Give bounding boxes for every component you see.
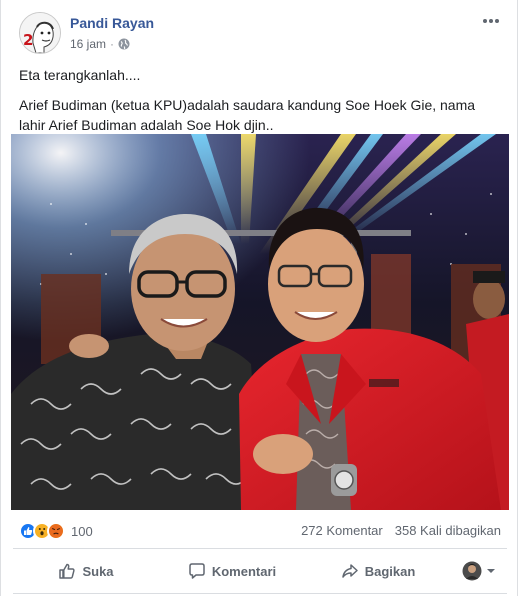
reactions-summary[interactable]: 100 xyxy=(19,522,93,540)
bottom-divider xyxy=(13,593,507,594)
more-options-icon[interactable] xyxy=(481,16,501,26)
caret-down-icon xyxy=(487,569,495,573)
reaction-count: 100 xyxy=(71,523,93,539)
globe-icon[interactable] xyxy=(118,38,130,50)
meta-separator: · xyxy=(110,37,115,51)
comment-button[interactable]: Komentari xyxy=(159,555,305,587)
comment-count[interactable]: 272 Komentar xyxy=(301,523,383,538)
photo-image xyxy=(11,134,509,510)
post-text: Eta terangkanlah.... Arief Budiman (ketu… xyxy=(19,65,499,145)
profile-avatar-icon xyxy=(462,561,482,581)
author-name[interactable]: Pandi Rayan xyxy=(70,15,154,31)
post-timestamp[interactable]: 16 jam xyxy=(70,37,106,51)
like-button[interactable]: Suka xyxy=(13,555,159,587)
share-label: Bagikan xyxy=(364,563,416,579)
post-card: 2 Pandi Rayan 16 jam · Eta terangkanlah.… xyxy=(0,0,518,596)
post-text-line-2: Arief Budiman (ketua KPU)adalah saudara … xyxy=(19,97,476,133)
author-avatar[interactable]: 2 xyxy=(19,12,61,54)
post-text-line-1: Eta terangkanlah.... xyxy=(19,67,141,83)
post-meta: 16 jam · xyxy=(70,37,130,51)
post-stats: 100 272 Komentar 358 Kali dibagikan xyxy=(19,520,501,542)
avatar-badge: 2 xyxy=(23,31,34,49)
share-button[interactable]: Bagikan xyxy=(305,555,451,587)
share-arrow-icon xyxy=(341,564,358,578)
post-photo[interactable] xyxy=(11,134,509,510)
like-label: Suka xyxy=(82,563,114,579)
thumbs-up-icon xyxy=(59,563,76,579)
stats-divider xyxy=(13,548,507,549)
angry-reaction-icon xyxy=(47,522,65,540)
share-count[interactable]: 358 Kali dibagikan xyxy=(395,523,501,538)
post-header: 2 Pandi Rayan 16 jam · xyxy=(19,12,501,56)
comment-label: Komentari xyxy=(211,563,277,579)
comment-icon xyxy=(189,563,205,579)
post-as-selector[interactable] xyxy=(451,555,507,587)
action-bar: Suka Komentari Bagikan xyxy=(13,553,507,589)
